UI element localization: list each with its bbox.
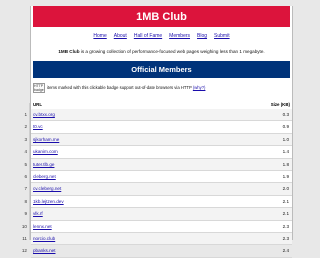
size-column-header: Size (KB) bbox=[270, 102, 290, 107]
members-heading: Official Members bbox=[33, 61, 290, 78]
site-link[interactable]: lennx.net bbox=[33, 224, 52, 229]
site-size: 1.0 bbox=[282, 136, 289, 142]
site-link[interactable]: pbanks.net bbox=[33, 248, 55, 253]
table-row: 2 t0.vc 0.9 bbox=[24, 121, 292, 134]
site-link[interactable]: cv.cleberg.net bbox=[33, 186, 61, 191]
site-size: 1.8 bbox=[282, 161, 289, 167]
site-link[interactable]: norcio.club bbox=[33, 236, 55, 241]
table-row: 6 cleberg.net 1.9 bbox=[24, 171, 292, 184]
site-link[interactable]: vlk.rf bbox=[33, 211, 43, 216]
row-number: 7 bbox=[24, 186, 27, 192]
nav-blog-link[interactable]: Blog bbox=[197, 33, 207, 42]
site-link[interactable]: ukanim.com bbox=[33, 149, 58, 154]
table-row: 8 1kb.lejtzen.dev 2.1 bbox=[24, 196, 292, 209]
row-number: 4 bbox=[24, 149, 27, 155]
table-row: 11 norcio.club 2.3 bbox=[22, 232, 292, 246]
table-row: 7 cv.cleberg.net 2.0 bbox=[24, 183, 292, 196]
site-link[interactable]: cv.btxx.org bbox=[33, 112, 55, 117]
nav-members-link[interactable]: Members bbox=[169, 33, 190, 42]
site-size: 1.9 bbox=[282, 173, 289, 179]
site-link[interactable]: tuter.tlb.ge bbox=[33, 162, 54, 167]
site-link[interactable]: cleberg.net bbox=[33, 174, 56, 179]
nav-submit-link[interactable]: Submit bbox=[214, 33, 230, 42]
site-size: 2.0 bbox=[282, 186, 289, 192]
intro-brand: 1MB Club bbox=[58, 49, 80, 54]
nav-about-link[interactable]: About bbox=[114, 33, 127, 42]
row-number: 9 bbox=[24, 211, 27, 217]
http-badge-icon: HTTP badge bbox=[33, 83, 45, 93]
table-row: 3 sjkorham.me 1.0 bbox=[24, 133, 292, 147]
row-number: 6 bbox=[24, 173, 27, 179]
site-link[interactable]: sjkorham.me bbox=[33, 137, 59, 142]
nav-hall-of-fame-link[interactable]: Hall of Fame bbox=[134, 33, 162, 42]
row-number: 1 bbox=[24, 112, 27, 117]
why-link[interactable]: (why?) bbox=[193, 85, 206, 90]
site-size: 2.3 bbox=[282, 223, 289, 229]
site-size: 0.9 bbox=[282, 124, 289, 130]
row-number: 11 bbox=[22, 235, 27, 241]
main-nav: Home About Hall of Fame Members Blog Sub… bbox=[31, 33, 292, 42]
badge-note-text: items marked with this clickable badge s… bbox=[47, 85, 192, 90]
site-size: 2.1 bbox=[282, 198, 289, 204]
table-row: 4 ukanim.com 1.4 bbox=[24, 146, 292, 159]
row-number: 10 bbox=[21, 223, 27, 229]
row-number: 5 bbox=[24, 161, 27, 167]
site-size: 2.1 bbox=[282, 211, 289, 217]
intro-description: is a growing collection of performance-f… bbox=[79, 49, 265, 54]
row-number: 12 bbox=[21, 248, 27, 254]
site-size: 1.4 bbox=[282, 149, 289, 155]
site-title: 1MB Club bbox=[136, 10, 187, 23]
row-number: 8 bbox=[24, 198, 27, 204]
table-row: 1 cv.btxx.org 0.3 bbox=[24, 109, 292, 122]
table-row: 10 lennx.net 2.3 bbox=[22, 221, 292, 233]
badge-note-text-wrap: items marked with this clickable badge s… bbox=[47, 85, 205, 90]
site-link[interactable]: t0.vc bbox=[33, 124, 43, 129]
site-banner: 1MB Club bbox=[33, 6, 290, 27]
table-row: 12 pbanks.net 2.4 bbox=[22, 245, 292, 258]
members-heading-text: Official Members bbox=[131, 65, 192, 74]
badge-note: HTTP badge items marked with this clicka… bbox=[33, 83, 290, 97]
site-size: 2.4 bbox=[282, 248, 289, 254]
row-number: 3 bbox=[24, 136, 27, 142]
nav-home-link[interactable]: Home bbox=[93, 33, 106, 42]
table-row: 5 tuter.tlb.ge 1.8 bbox=[24, 158, 292, 171]
intro-text: 1MB Club is a growing collection of perf… bbox=[31, 49, 292, 54]
site-size: 2.3 bbox=[282, 235, 289, 241]
row-number: 2 bbox=[24, 124, 27, 130]
http-badge-alt: HTTP badge bbox=[34, 84, 44, 92]
page-container: 1MB Club Home About Hall of Fame Members… bbox=[22, 6, 293, 258]
members-table: 1 cv.btxx.org 0.3 2 t0.vc 0.9 3 sjkorham… bbox=[22, 109, 292, 258]
site-size: 0.3 bbox=[282, 112, 289, 117]
url-column-header: URL bbox=[33, 102, 43, 107]
site-link[interactable]: 1kb.lejtzen.dev bbox=[33, 199, 64, 204]
table-row: 9 vlk.rf 2.1 bbox=[24, 208, 292, 221]
table-header: URL Size (KB) bbox=[33, 102, 290, 109]
